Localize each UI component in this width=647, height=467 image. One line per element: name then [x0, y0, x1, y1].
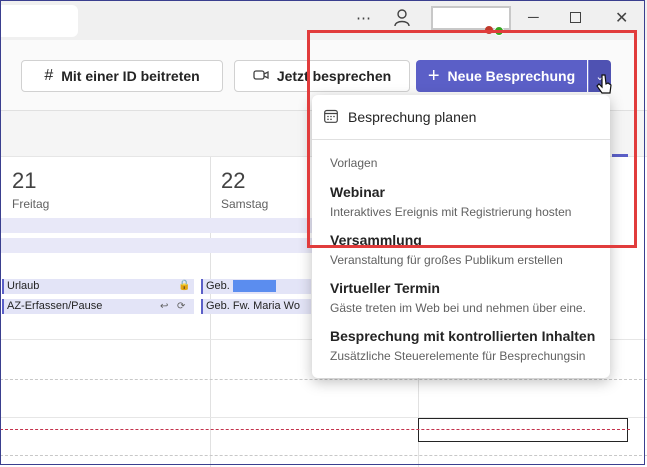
event-title: AZ-Erfassen/Pause	[7, 300, 103, 312]
calendar-event[interactable]: Geb. Fw. Maria Wo	[201, 299, 311, 314]
repeat-icon: ↩	[160, 301, 169, 312]
half-hour-gridline	[0, 379, 647, 380]
redacted-name	[232, 280, 276, 292]
template-title: Virtueller Termin	[330, 280, 440, 296]
day-number[interactable]: 22	[221, 168, 245, 194]
join-with-id-label: Mit einer ID beitreten	[61, 68, 200, 84]
template-virtual-appointment[interactable]: Virtueller Termin Gäste treten im Web be…	[312, 280, 610, 326]
event-title: Geb. Fw. Maria Wo	[206, 300, 300, 312]
template-description: Zusätzliche Steuerelemente für Besprechu…	[330, 349, 585, 363]
sync-icon: ⟳	[177, 301, 186, 312]
current-time-indicator	[0, 429, 630, 430]
event-title: Geb.	[206, 280, 230, 292]
all-day-event[interactable]	[0, 238, 312, 253]
more-options-icon[interactable]: ⋯	[356, 9, 371, 27]
hash-icon: #	[44, 67, 54, 84]
calendar-event[interactable]: Urlaub	[2, 279, 194, 294]
template-description: Gäste treten im Web bei und nehmen über …	[330, 301, 585, 315]
maximize-icon[interactable]	[570, 10, 581, 27]
day-number[interactable]: 21	[12, 168, 36, 194]
search-input[interactable]	[0, 5, 78, 37]
half-hour-gridline	[0, 455, 647, 456]
day-name: Samstag	[221, 197, 269, 211]
join-with-id-button[interactable]: # Mit einer ID beitreten	[21, 60, 223, 92]
close-icon[interactable]: ✕	[615, 8, 628, 28]
calendar-event[interactable]: Geb.	[201, 279, 311, 294]
day-name: Freitag	[12, 197, 50, 211]
template-title: Besprechung mit kontrollierten Inhalten	[330, 328, 596, 344]
person-icon[interactable]	[394, 9, 410, 31]
video-camera-icon	[253, 68, 269, 84]
lock-icon: 🔒	[178, 280, 191, 291]
annotation-highlight	[307, 30, 637, 248]
template-description: Veranstaltung für großes Publikum erstel…	[330, 253, 563, 267]
selected-time-slot-bottom	[418, 431, 628, 442]
event-title: Urlaub	[7, 280, 40, 292]
minimize-icon[interactable]: ─	[528, 9, 539, 26]
template-controlled-content[interactable]: Besprechung mit kontrollierten Inhalten …	[312, 328, 610, 374]
all-day-event[interactable]	[0, 218, 312, 233]
